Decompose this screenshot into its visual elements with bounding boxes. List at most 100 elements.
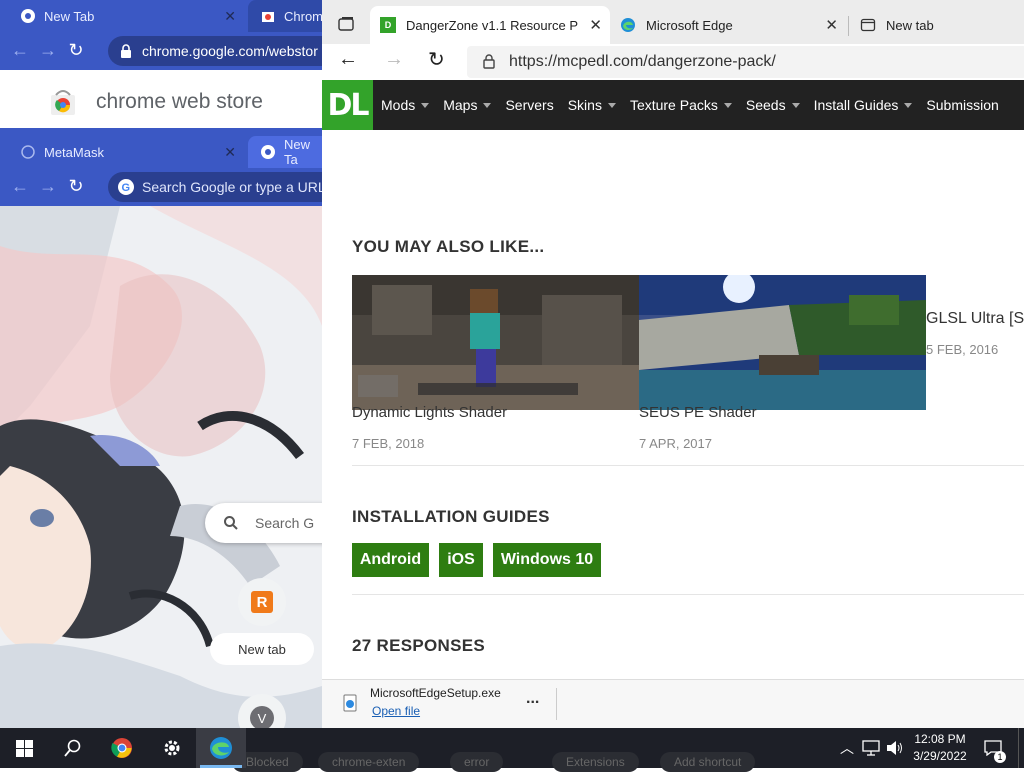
close-tab-icon[interactable]: ✕ [825,16,838,34]
nav-servers[interactable]: Servers [505,97,553,113]
shortcut-r-icon: R [251,591,273,613]
tab-new-tab-edge[interactable]: New tab [850,6,1024,44]
nav-label: Maps [443,97,478,113]
show-hidden-icons-button[interactable]: ︿ [840,738,854,758]
forward-button[interactable]: → [34,172,62,200]
chrome1-toolbar: ← → ↻ [6,36,90,64]
new-tab-shortcut-label[interactable]: New tab [210,633,314,665]
nav-label: Seeds [745,97,786,113]
close-tab-icon[interactable]: ✕ [224,8,236,25]
forward-button[interactable]: → [384,48,404,71]
more-options-button[interactable]: ... [526,690,539,708]
google-search-box[interactable]: Search G [205,503,322,543]
nav-mods[interactable]: Mods [381,97,430,113]
tab-microsoft-edge[interactable]: Microsoft Edge ✕ [610,6,846,44]
nav-label: Submission [926,97,999,113]
installer-file-icon [343,694,357,712]
clock-time[interactable]: 12:08 PM [912,732,968,746]
nav-label: Servers [505,97,554,113]
installation-guides-heading: INSTALLATION GUIDES [352,507,550,526]
omnibox[interactable]: G Search Google or type a URL [108,172,338,202]
chevron-down-icon [607,102,616,108]
post-date: 5 FEB, 2016 [926,342,999,357]
reload-button[interactable]: ↻ [62,172,90,200]
tab-label: New tab [886,17,934,33]
address-bar[interactable]: https://mcpedl.com/dangerzone-pack/ [467,46,1024,78]
volume-icon[interactable] [886,740,904,756]
open-file-link[interactable]: Open file [372,704,420,718]
also-like-heading: YOU MAY ALSO LIKE... [352,237,545,256]
show-desktop-button[interactable] [1018,728,1024,768]
back-button[interactable]: ← [6,172,34,200]
tab-metamask[interactable]: MetaMask ✕ [0,136,246,168]
network-icon[interactable] [862,740,880,756]
guide-windows10-button[interactable]: Windows 10 [493,543,601,577]
svg-text:G: G [122,182,131,194]
chrome-window-2: MetaMask ✕ New Ta ← → ↻ G Search Google … [0,128,338,206]
refresh-button[interactable]: ↻ [428,47,445,72]
tab-chrome-web-store[interactable]: Chrom [248,0,323,32]
download-filename: MicrosoftEdgeSetup.exe [370,686,501,700]
edge-taskbar-button[interactable] [196,728,246,768]
tab-actions-icon[interactable] [338,16,354,32]
nav-label: Install Guides [813,97,899,113]
reload-button[interactable]: ↻ [62,36,90,64]
chevron-down-icon [904,102,913,108]
nav-skins[interactable]: Skins [568,97,616,113]
chevron-down-icon [421,102,430,108]
edge-toolbar: ← → ↻ https://mcpedl.com/dangerzone-pack… [322,44,1024,80]
nav-seeds[interactable]: Seeds [746,97,800,113]
tab-label: New Ta [284,137,311,167]
post-thumbnail-seus[interactable] [639,275,926,410]
windows-start-icon[interactable] [16,740,33,757]
edge-window: D DangerZone v1.1 Resource Pack ✕ Micros… [322,0,1024,728]
site-logo[interactable]: DL [322,80,373,130]
address-text: chrome.google.com/webstor [142,43,318,59]
nav-texture-packs[interactable]: Texture Packs [630,97,732,113]
mcpedl-favicon-icon: D [380,17,396,33]
nav-install-guides[interactable]: Install Guides [814,97,913,113]
forward-button[interactable]: → [34,36,62,64]
guide-ios-button[interactable]: iOS [439,543,483,577]
post-thumbnail-dynamic-lights[interactable] [352,275,639,410]
chevron-down-icon [483,102,492,108]
close-tab-icon[interactable]: ✕ [224,144,236,161]
nav-maps[interactable]: Maps [443,97,492,113]
nav-submission[interactable]: Submission [926,97,998,113]
tab-new-tab[interactable]: New Tab ✕ [0,0,246,32]
chrome-icon [21,9,35,23]
search-placeholder: Search G [255,515,315,531]
chrome-icon [261,145,275,159]
responses-heading: 27 RESPONSES [352,636,486,655]
post-title[interactable]: GLSL Ultra [S [926,310,1024,328]
web-store-logo-icon [51,90,75,115]
post-title[interactable]: SEUS PE Shader [639,404,757,421]
ghost-shortcut: Add shortcut [660,752,756,772]
clock-date[interactable]: 3/29/2022 [908,749,972,763]
back-button[interactable]: ← [6,36,34,64]
nav-label: Skins [567,97,602,113]
search-icon[interactable] [64,739,82,757]
post-title[interactable]: Dynamic Lights Shader [352,404,507,421]
divider [352,465,1024,466]
omnibox-placeholder: Search Google or type a URL [142,179,326,195]
tab-label: DangerZone v1.1 Resource Pack [406,17,578,33]
tab-dangerzone[interactable]: D DangerZone v1.1 Resource Pack ✕ [370,6,610,44]
guide-android-button[interactable]: Android [352,543,429,577]
nav-label: Mods [381,97,416,113]
address-bar[interactable]: chrome.google.com/webstor [108,36,338,66]
back-button[interactable]: ← [338,48,358,71]
edge-icon [621,18,635,32]
notification-count-badge: 1 [994,751,1006,763]
settings-gear-icon[interactable] [161,737,183,759]
tab-label: MetaMask [44,144,104,160]
close-tab-icon[interactable]: ✕ [589,16,602,34]
store-header: chrome web store [0,70,322,128]
ghost-shortcut: Extensions [552,752,639,772]
chrome-taskbar-icon[interactable] [111,737,133,759]
tab-new-tab-2[interactable]: New Ta [248,136,322,168]
store-title: chrome web store [96,90,263,113]
google-icon: G [118,179,134,195]
tab-label: New Tab [44,8,95,24]
shortcut-tile[interactable]: R [238,578,286,626]
